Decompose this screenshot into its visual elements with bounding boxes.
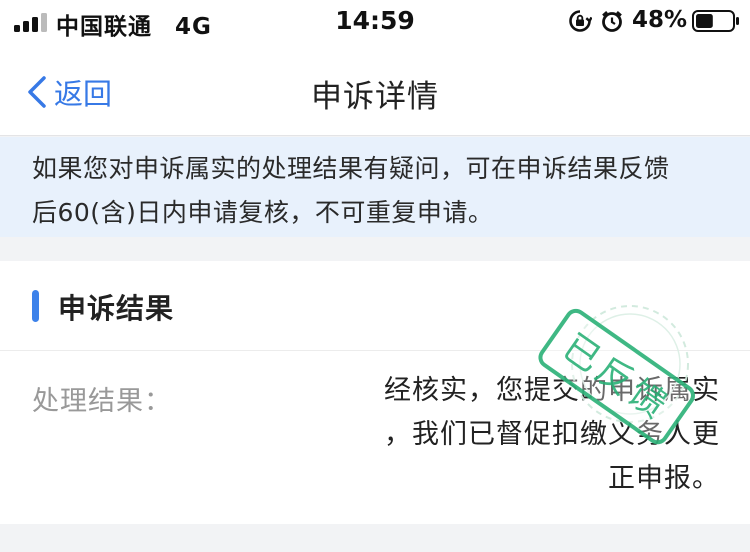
rotation-lock-icon — [569, 10, 592, 32]
section-title: 申诉结果 — [58, 292, 175, 325]
notice-line-2: 后60(含)日内申请复核，不可重复申请。 — [32, 198, 494, 227]
result-value-line-2: ，我们已督促扣缴义务人更 — [384, 419, 720, 450]
page-title: 申诉详情 — [311, 79, 439, 115]
result-value-line-3: 正申报。 — [608, 463, 720, 494]
alarm-icon — [602, 11, 622, 32]
appeal-result-card: 申诉结果 处理结果： 经核实，您提交的申诉属实 ，我们已督促扣缴义务人更 正申报… — [0, 261, 750, 524]
appeal-detail-screen: 中国联通 4G 14:59 48% 返回 申诉详情 如果您对申诉属实的处理结果有… — [0, 0, 750, 552]
result-value: 经核实，您提交的申诉属实 ，我们已督促扣缴义务人更 正申报。 — [346, 369, 720, 501]
page-bottom-spacer — [0, 524, 750, 552]
notice-line-1: 如果您对申诉属实的处理结果有疑问，可在申诉结果反馈 — [32, 154, 670, 183]
section-accent-bar — [32, 290, 39, 322]
result-value-line-1: 经核实，您提交的申诉属实 — [384, 375, 720, 406]
result-label: 处理结果： — [32, 386, 172, 417]
battery-icon — [692, 10, 739, 32]
section-header: 申诉结果 — [0, 261, 750, 351]
review-notice-banner: 如果您对申诉属实的处理结果有疑问，可在申诉结果反馈 后60(含)日内申请复核，不… — [0, 137, 750, 237]
navigation-bar: 返回 申诉详情 — [0, 44, 750, 136]
status-bar: 中国联通 4G 14:59 48% — [0, 0, 750, 44]
battery-percentage: 48% — [632, 7, 688, 33]
